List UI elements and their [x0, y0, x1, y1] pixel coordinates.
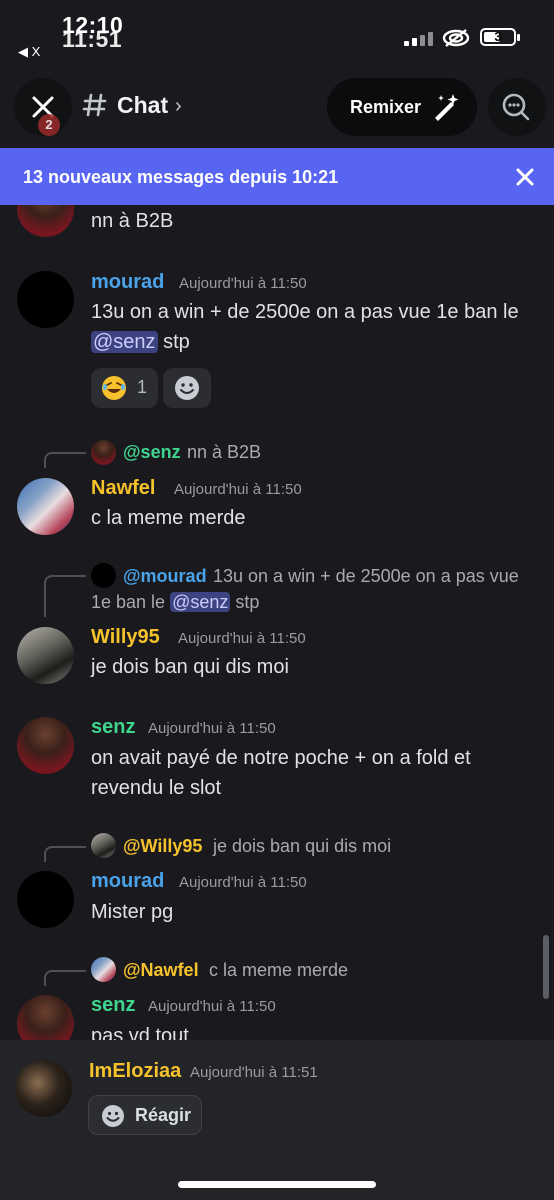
username[interactable]: Willy95	[91, 626, 160, 649]
chevron-right-icon[interactable]: ›	[175, 95, 182, 118]
react-label: Réagir	[135, 1105, 192, 1125]
avatar[interactable]	[17, 995, 74, 1040]
avatar[interactable]	[17, 627, 74, 684]
scrollbar[interactable]	[543, 935, 549, 999]
timestamp: Aujourd'hui à 11:50	[148, 998, 276, 1015]
magic-wand-icon	[435, 94, 459, 121]
message-text: on avait payé de notre poche + on a fold…	[91, 747, 471, 799]
reply-avatar	[91, 957, 116, 982]
username[interactable]: senz	[91, 716, 135, 739]
home-indicator[interactable]	[178, 1181, 376, 1188]
reply-preview[interactable]: c la meme merde	[209, 957, 348, 983]
react-button[interactable]: Réagir	[88, 1095, 202, 1135]
message-text: pas vd tout	[91, 1025, 189, 1040]
reply-preview[interactable]: je dois ban qui dis moi	[213, 833, 391, 859]
timestamp: Aujourd'hui à 11:50	[179, 275, 307, 292]
reaction-count: 1	[137, 377, 148, 397]
username[interactable]: Nawfel	[91, 477, 155, 500]
timestamp: Aujourd'hui à 11:50	[174, 481, 302, 498]
search-button[interactable]	[488, 78, 546, 136]
channel-title[interactable]: Chat	[117, 92, 168, 119]
laughing-emoji-icon	[102, 376, 126, 400]
battery-icon: 3	[480, 28, 516, 46]
username[interactable]: senz	[91, 994, 135, 1017]
remix-button[interactable]: Remixer	[327, 78, 477, 136]
reply-preview[interactable]: 13u on a win + de 2500e on a pas vue	[213, 563, 519, 589]
cellular-signal-icon	[404, 32, 434, 46]
user-mention[interactable]: @senz	[91, 331, 158, 353]
message-text: je dois ban qui dis moi	[91, 656, 289, 678]
back-to-app-link[interactable]: ◀ X	[18, 44, 40, 60]
message-text: c la meme merde	[91, 507, 246, 529]
search-icon	[502, 93, 530, 121]
reply-avatar	[91, 563, 116, 588]
reply-avatar	[91, 440, 116, 465]
unread-badge: 2	[38, 114, 60, 136]
avatar[interactable]	[17, 271, 74, 328]
status-time-overlay: 11:51	[62, 26, 123, 52]
reply-username[interactable]: @senz	[123, 442, 181, 463]
timestamp: Aujourd'hui à 11:50	[179, 874, 307, 891]
add-reaction-button[interactable]	[163, 368, 211, 408]
avatar[interactable]	[17, 717, 74, 774]
status-bar: 12:10 11:51 ◀ X 3	[0, 0, 554, 64]
wifi-icon	[442, 29, 470, 47]
smiley-icon	[175, 376, 199, 400]
reaction-laugh[interactable]: 1	[91, 368, 158, 408]
username[interactable]: mourad	[91, 870, 164, 893]
new-message-preview: ImEloziaa Aujourd'hui à 11:51 Réagir	[0, 1040, 554, 1200]
smiley-icon	[102, 1105, 124, 1127]
timestamp: Aujourd'hui à 11:50	[148, 720, 276, 737]
message-text: 13u on a win + de 2500e on a pas vue 1e …	[91, 301, 519, 353]
reply-username[interactable]: @Willy95	[123, 836, 202, 857]
avatar[interactable]	[17, 478, 74, 535]
battery-level: 3	[494, 29, 502, 44]
timestamp: Aujourd'hui à 11:50	[178, 630, 306, 647]
username[interactable]: ImEloziaa	[89, 1060, 181, 1083]
reply-username[interactable]: @mourad	[123, 566, 207, 587]
new-messages-text: 13 nouveaux messages depuis 10:21	[23, 167, 339, 187]
text-channel-hash-icon	[82, 93, 107, 117]
message-text: nn à B2B	[91, 210, 174, 232]
reply-preview[interactable]: nn à B2B	[187, 439, 261, 465]
reply-avatar	[91, 833, 116, 858]
reply-preview-continued[interactable]: 1e ban le @senz stp	[91, 589, 259, 615]
user-mention[interactable]: @senz	[170, 592, 231, 612]
reply-username[interactable]: @Nawfel	[123, 960, 199, 981]
avatar[interactable]	[17, 205, 74, 237]
close-icon[interactable]	[516, 168, 534, 186]
avatar[interactable]	[15, 1060, 72, 1117]
new-messages-banner[interactable]: 13 nouveaux messages depuis 10:21	[0, 148, 554, 205]
username[interactable]: mourad	[91, 271, 164, 294]
timestamp: Aujourd'hui à 11:51	[190, 1064, 318, 1081]
remix-label: Remixer	[350, 97, 422, 117]
message-text: Mister pg	[91, 901, 174, 923]
message-list[interactable]: nn à B2B mourad Aujourd'hui à 11:50 13u …	[0, 205, 554, 1040]
channel-header: 2 Chat › Remixer	[0, 70, 554, 144]
avatar[interactable]	[17, 871, 74, 928]
